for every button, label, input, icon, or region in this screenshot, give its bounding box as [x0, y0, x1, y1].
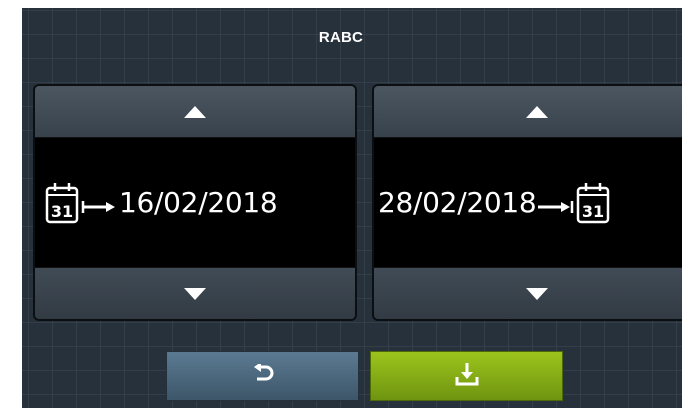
save-button[interactable]: [370, 351, 563, 401]
end-date-increment-button[interactable]: [374, 86, 682, 138]
start-date-spinner: 31 16/02/2018: [33, 84, 357, 321]
start-date-increment-button[interactable]: [35, 86, 355, 138]
end-date-value: 28/02/2018: [378, 186, 537, 219]
calendar-day-text: 31: [582, 202, 604, 221]
end-date-spinner: 28/02/2018 31: [372, 84, 682, 321]
back-button[interactable]: [166, 351, 359, 401]
up-arrow-icon: [526, 105, 548, 118]
page-title: RABC: [318, 29, 364, 46]
start-date-value-row: 31 16/02/2018: [35, 138, 355, 267]
calendar-start-icon: 31: [45, 181, 119, 225]
up-arrow-icon: [184, 105, 206, 118]
download-icon: [454, 361, 480, 392]
end-date-decrement-button[interactable]: [374, 267, 682, 319]
end-date-value-row: 28/02/2018 31: [374, 138, 682, 267]
down-arrow-icon: [526, 287, 548, 300]
calendar-day-text: 31: [51, 202, 73, 221]
undo-icon: [251, 361, 275, 389]
down-arrow-icon: [184, 287, 206, 300]
start-date-decrement-button[interactable]: [35, 267, 355, 319]
calendar-end-icon: 31: [536, 181, 610, 225]
start-date-value: 16/02/2018: [119, 186, 278, 219]
